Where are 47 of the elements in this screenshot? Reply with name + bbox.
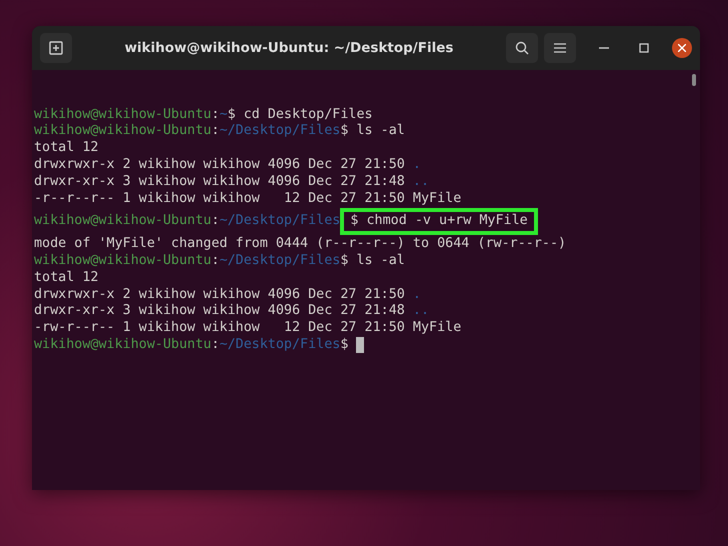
output-text: total 12 (34, 140, 98, 157)
entry-name: MyFile (412, 190, 462, 208)
listing-text: drwxrwxr-x 2 wikihow wikihow 4096 Dec 27 21:50 (34, 286, 405, 304)
command-text: $ chmod -v u+rw MyFile (350, 213, 528, 228)
maximize-icon (639, 43, 649, 53)
search-icon (515, 41, 529, 55)
prompt-separator: : (211, 336, 220, 354)
prompt-separator: : (211, 106, 220, 124)
output-text: mode of 'MyFile' changed from 0444 (r--r--r--) to 0644 (rw-r--r--) (34, 236, 566, 253)
close-icon (678, 44, 686, 52)
entry-name: MyFile (412, 320, 462, 337)
prompt-path: ~ (219, 106, 228, 124)
prompt-separator: : (211, 252, 220, 270)
listing-text: drwxrwxr-x 2 wikihow wikihow 4096 Dec 27 21:50 (34, 156, 405, 174)
search-button[interactable] (506, 33, 538, 63)
entry-name: . (412, 286, 421, 304)
close-button[interactable] (672, 38, 692, 58)
entry-name: . (412, 156, 421, 174)
new-tab-button[interactable] (40, 33, 72, 63)
command-text: $ ls -al (340, 123, 405, 140)
listing-text: drwxr-xr-x 3 wikihow wikihow 4096 Dec 27 21:48 (34, 174, 405, 191)
scrollbar[interactable] (692, 74, 696, 86)
menu-button[interactable] (544, 33, 576, 63)
output-text: total 12 (34, 270, 98, 287)
prompt-user: wikihow@wikihow-Ubuntu (34, 123, 212, 140)
prompt-path: ~/Desktop/Files (219, 336, 340, 354)
entry-name: .. (412, 303, 430, 320)
window-title: wikihow@wikihow-Ubuntu: ~/Desktop/Files (124, 40, 454, 56)
prompt-path: ~/Desktop/Files (219, 123, 340, 140)
prompt-separator: : (211, 213, 220, 230)
listing-text: drwxr-xr-x 3 wikihow wikihow 4096 Dec 27 21:48 (34, 303, 405, 320)
prompt-user: wikihow@wikihow-Ubuntu (34, 213, 212, 230)
prompt-user: wikihow@wikihow-Ubuntu (34, 106, 212, 124)
new-tab-icon (49, 41, 63, 55)
command-text: $ ls -al (340, 252, 405, 270)
prompt-separator: : (211, 123, 220, 140)
menu-icon (554, 43, 566, 53)
prompt-user: wikihow@wikihow-Ubuntu (34, 252, 212, 270)
prompt-path: ~/Desktop/Files (219, 252, 340, 270)
listing-text: -rw-r--r-- 1 wikihow wikihow 12 Dec 27 21:50 (34, 320, 405, 337)
prompt-user: wikihow@wikihow-Ubuntu (34, 336, 212, 354)
listing-text: -r--r--r-- 1 wikihow wikihow 12 Dec 27 21:50 (34, 190, 405, 208)
command-text: $ (340, 336, 348, 354)
prompt-path: ~/Desktop/Files (219, 213, 340, 230)
command-text: $ cd Desktop/Files (228, 106, 373, 124)
entry-name: .. (412, 174, 430, 191)
minimize-icon (599, 47, 609, 49)
